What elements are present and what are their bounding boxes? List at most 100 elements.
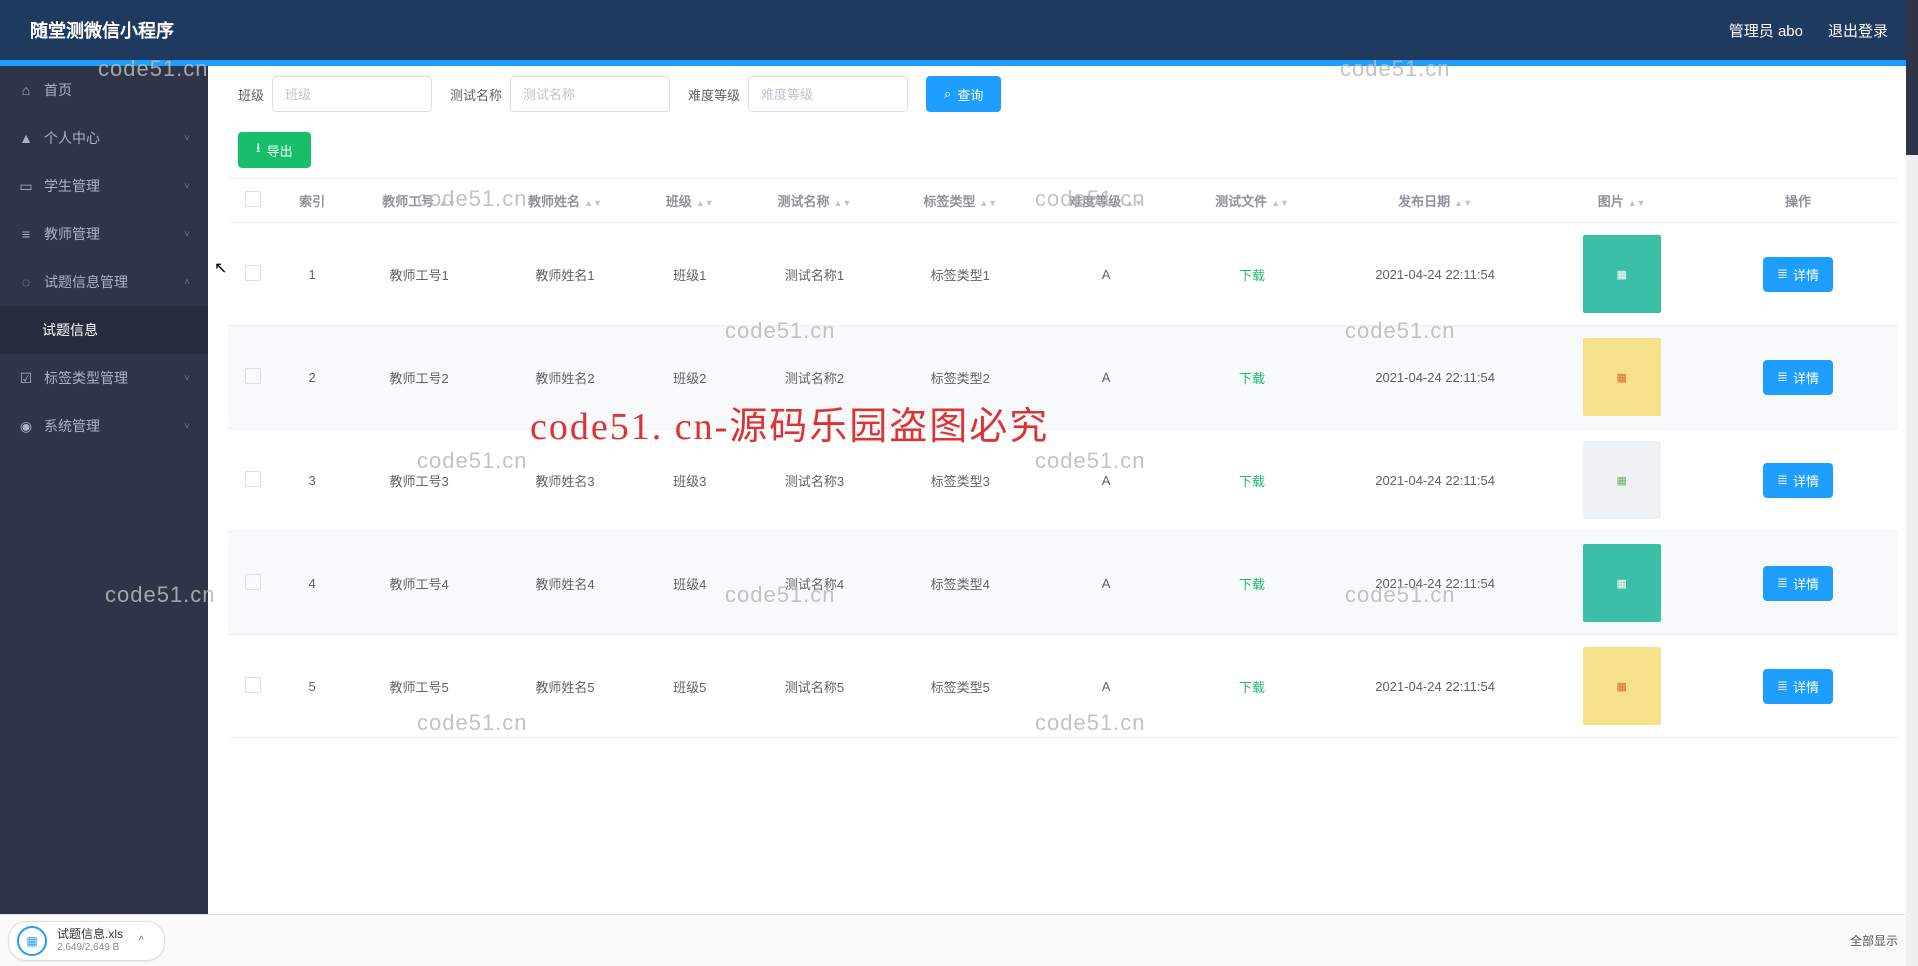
row-checkbox[interactable]: [245, 471, 261, 487]
col-tname[interactable]: 教师姓名▲▼: [492, 179, 638, 223]
filter-difficulty-input[interactable]: [748, 76, 908, 112]
cell-tname: 教师姓名5: [492, 635, 638, 738]
chevron-down-icon: ˅: [184, 373, 190, 384]
download-filename: 试题信息.xls: [57, 928, 123, 941]
cell-class: 班级1: [638, 223, 742, 326]
col-file[interactable]: 测试文件▲▼: [1179, 179, 1325, 223]
thumbnail-image[interactable]: ▦: [1583, 647, 1661, 725]
search-button-label: 查询: [957, 85, 983, 104]
sort-icon: ▲▼: [1454, 200, 1472, 206]
scrollbar-thumb[interactable]: [1906, 0, 1918, 155]
cell-tid: 教师工号1: [346, 223, 492, 326]
filter-bar: 班级 测试名称 难度等级 ⌕ 查询: [228, 66, 1898, 122]
col-date[interactable]: 发布日期▲▼: [1325, 179, 1545, 223]
row-checkbox[interactable]: [245, 368, 261, 384]
cell-tname: 教师姓名2: [492, 326, 638, 429]
chevron-down-icon: ˅: [184, 229, 190, 240]
table-header-row: 索引 教师工号▲▼ 教师姓名▲▼ 班级▲▼ 测试名称▲▼ 标签类型▲▼ 难度等级…: [228, 179, 1898, 223]
download-chip[interactable]: ▦ 试题信息.xls 2,649/2,649 B ^: [8, 921, 165, 961]
col-img[interactable]: 图片▲▼: [1545, 179, 1698, 223]
sort-icon: ▲▼: [438, 200, 456, 206]
cell-date: 2021-04-24 22:11:54: [1325, 326, 1545, 429]
detail-button[interactable]: ≣ 详情: [1763, 669, 1833, 704]
cell-tname: 教师姓名1: [492, 223, 638, 326]
menu-icon: ⌂: [18, 82, 34, 98]
sidebar-item-label: 个人中心: [44, 128, 100, 148]
filter-testname-label: 测试名称: [450, 85, 502, 104]
vertical-scrollbar[interactable]: [1906, 0, 1918, 966]
cell-testname: 测试名称1: [742, 223, 888, 326]
col-testname[interactable]: 测试名称▲▼: [742, 179, 888, 223]
row-checkbox[interactable]: [245, 574, 261, 590]
filter-class: 班级: [238, 76, 432, 112]
download-link[interactable]: 下载: [1239, 268, 1265, 283]
cell-diff: A: [1033, 429, 1179, 532]
detail-button[interactable]: ≣ 详情: [1763, 257, 1833, 292]
table-row: 3 教师工号3 教师姓名3 班级3 测试名称3 标签类型3 A 下载 2021-…: [228, 429, 1898, 532]
current-user[interactable]: 管理员 abo: [1729, 20, 1803, 41]
sort-icon: ▲▼: [696, 200, 714, 206]
export-button[interactable]: ⭳ 导出: [238, 132, 311, 168]
filter-class-input[interactable]: [272, 76, 432, 112]
cell-date: 2021-04-24 22:11:54: [1325, 223, 1545, 326]
col-index[interactable]: 索引: [278, 179, 346, 223]
search-button[interactable]: ⌕ 查询: [926, 76, 1001, 112]
cell-date: 2021-04-24 22:11:54: [1325, 532, 1545, 635]
app-brand: 随堂测微信小程序: [30, 17, 174, 43]
sidebar-item-6[interactable]: ◉系统管理˅: [0, 402, 208, 450]
thumbnail-image[interactable]: ▦: [1583, 338, 1661, 416]
sort-icon: ▲▼: [834, 200, 852, 206]
cell-tid: 教师工号3: [346, 429, 492, 532]
export-button-label: 导出: [267, 141, 293, 160]
download-link[interactable]: 下载: [1239, 577, 1265, 592]
sidebar-item-4[interactable]: ◌试题信息管理˄: [0, 258, 208, 306]
thumbnail-image[interactable]: ▦: [1583, 544, 1661, 622]
sidebar-item-label: 学生管理: [44, 176, 100, 196]
filter-testname-input[interactable]: [510, 76, 670, 112]
sidebar-item-5[interactable]: ☑标签类型管理˅: [0, 354, 208, 402]
cell-index: 2: [278, 326, 346, 429]
sidebar-item-label: 教师管理: [44, 224, 100, 244]
search-icon: ⌕: [944, 86, 951, 102]
chevron-down-icon: ˅: [184, 181, 190, 192]
download-link[interactable]: 下载: [1239, 371, 1265, 386]
logout-link[interactable]: 退出登录: [1828, 20, 1888, 41]
sort-icon: ▲▼: [1125, 200, 1143, 206]
cell-class: 班级5: [638, 635, 742, 738]
menu-icon: ▭: [18, 178, 34, 195]
download-link[interactable]: 下载: [1239, 680, 1265, 695]
row-checkbox[interactable]: [245, 677, 261, 693]
col-tagtype[interactable]: 标签类型▲▼: [887, 179, 1033, 223]
sidebar-item-1[interactable]: ▲个人中心˅: [0, 114, 208, 162]
detail-button[interactable]: ≣ 详情: [1763, 566, 1833, 601]
list-icon: ≣: [1777, 575, 1788, 591]
download-size: 2,649/2,649 B: [57, 942, 123, 953]
thumbnail-image[interactable]: ▦: [1583, 441, 1661, 519]
col-diff[interactable]: 难度等级▲▼: [1033, 179, 1179, 223]
select-all-checkbox[interactable]: [245, 191, 261, 207]
sidebar-subitem[interactable]: 试题信息: [0, 306, 208, 354]
topbar-right: 管理员 abo 退出登录: [1729, 20, 1888, 41]
col-class[interactable]: 班级▲▼: [638, 179, 742, 223]
row-checkbox[interactable]: [245, 265, 261, 281]
cell-testname: 测试名称5: [742, 635, 888, 738]
chevron-down-icon: ˅: [184, 421, 190, 432]
show-all-downloads[interactable]: 全部显示: [1850, 932, 1898, 949]
menu-icon: ≡: [18, 226, 34, 242]
download-link[interactable]: 下载: [1239, 474, 1265, 489]
chevron-down-icon: ˅: [184, 133, 190, 144]
cell-class: 班级3: [638, 429, 742, 532]
chevron-up-icon[interactable]: ^: [139, 935, 144, 946]
detail-button[interactable]: ≣ 详情: [1763, 360, 1833, 395]
sidebar-item-3[interactable]: ≡ 教师管理 ˅: [0, 210, 208, 258]
list-icon: ≣: [1777, 678, 1788, 694]
detail-button[interactable]: ≣ 详情: [1763, 463, 1833, 498]
sidebar-item-2[interactable]: ▭ 学生管理 ˅: [0, 162, 208, 210]
cell-index: 3: [278, 429, 346, 532]
thumbnail-image[interactable]: ▦: [1583, 235, 1661, 313]
table-row: 5 教师工号5 教师姓名5 班级5 测试名称5 标签类型5 A 下载 2021-…: [228, 635, 1898, 738]
filter-class-label: 班级: [238, 85, 264, 104]
cell-diff: A: [1033, 326, 1179, 429]
sidebar-item-0[interactable]: ⌂首页: [0, 66, 208, 114]
col-tid[interactable]: 教师工号▲▼: [346, 179, 492, 223]
